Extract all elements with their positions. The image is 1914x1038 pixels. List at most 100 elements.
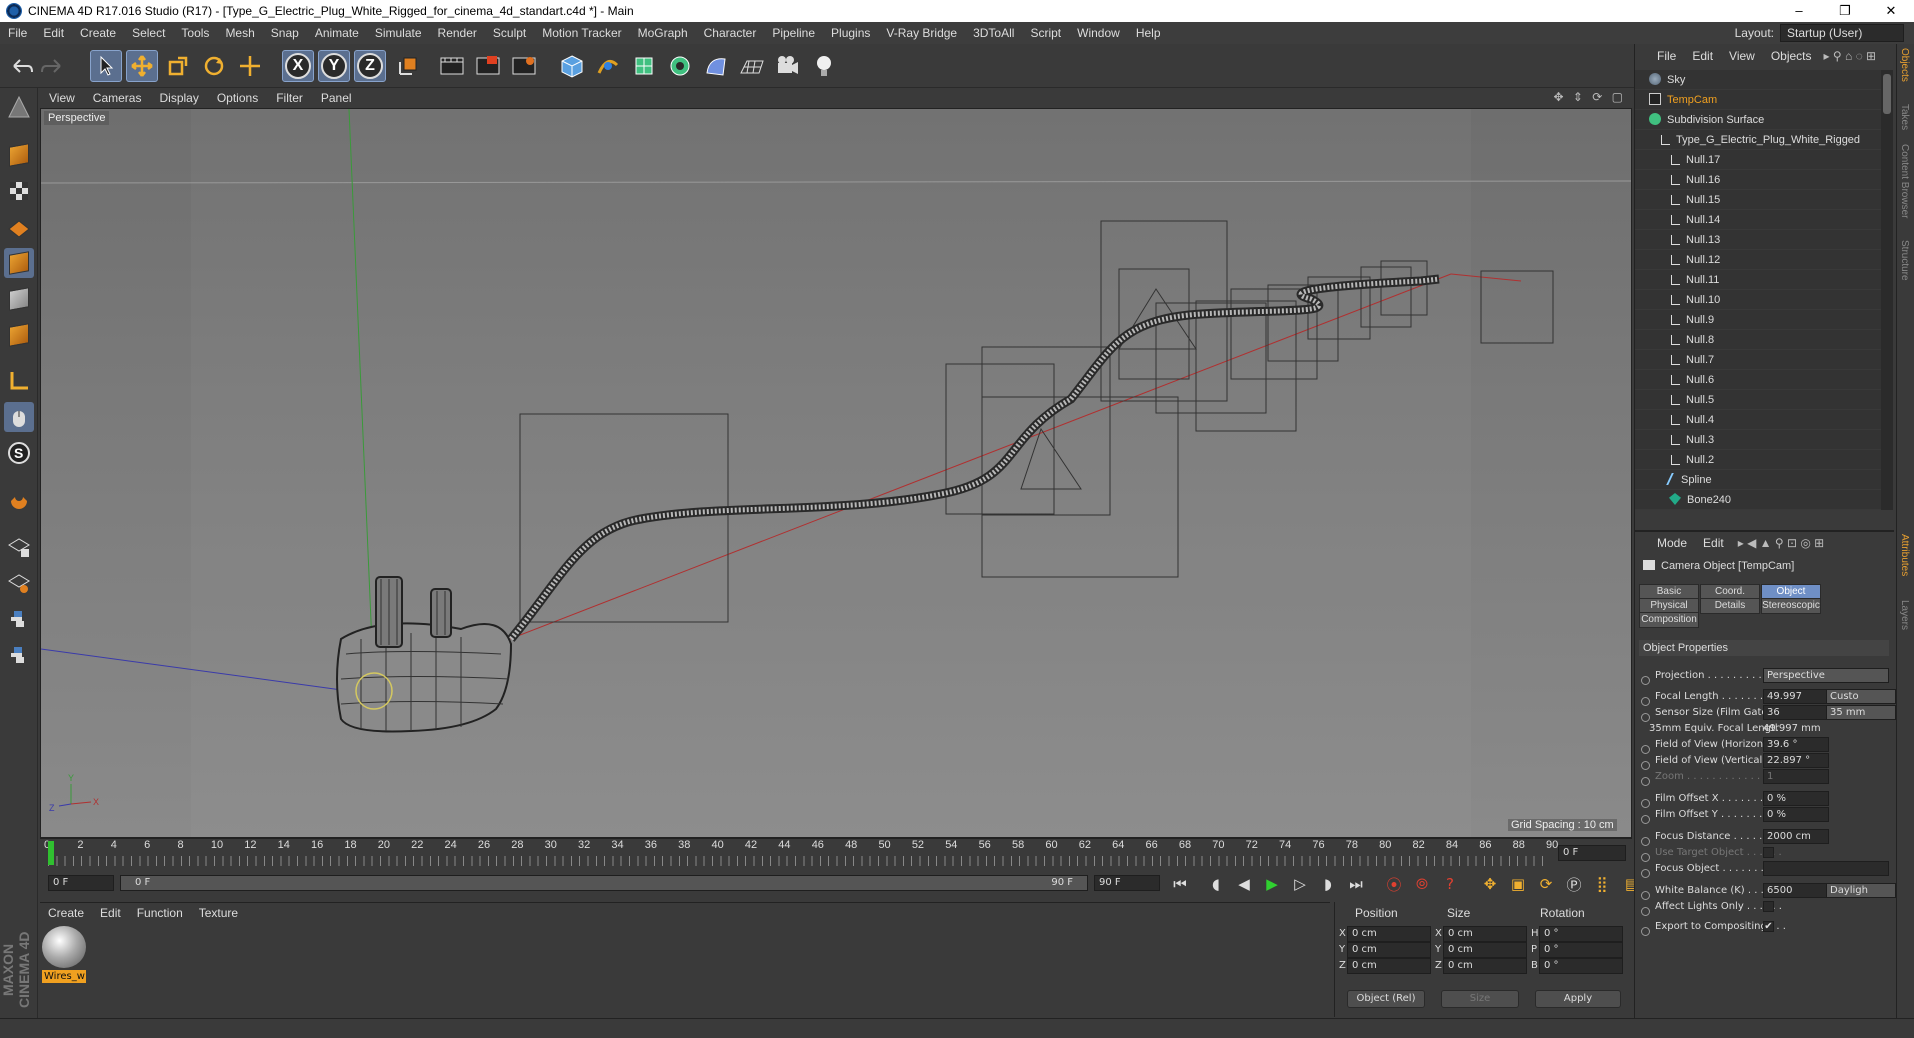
object-row[interactable]: Null.11 — [1635, 270, 1881, 290]
attribute-value-field[interactable]: 1 — [1763, 769, 1829, 784]
make-editable-icon[interactable] — [4, 92, 34, 122]
object-row[interactable]: TempCam — [1635, 90, 1881, 110]
attribute-menu-edit[interactable]: Edit — [1695, 536, 1732, 550]
material-menu-create[interactable]: Create — [40, 906, 92, 920]
object-row[interactable]: Null.14 — [1635, 210, 1881, 230]
attribute-preset-button[interactable]: Dayligh — [1826, 883, 1896, 898]
attribute-nav-icons[interactable]: ▸ ◀ ▲ ⚲ ⊡ ◎ ⊞ — [1738, 536, 1825, 550]
object-menu-objects[interactable]: Objects — [1763, 49, 1820, 63]
menu-help[interactable]: Help — [1128, 22, 1169, 44]
object-manager-tool-icons[interactable]: ▸ ⚲ ⌂ ◌ ⊞ — [1824, 49, 1877, 63]
scale-icon[interactable] — [162, 50, 194, 82]
play-forward-icon[interactable]: ▶ — [1260, 872, 1284, 896]
object-row[interactable]: Null.12 — [1635, 250, 1881, 270]
material-menu-function[interactable]: Function — [129, 906, 191, 920]
tweak-mode-icon[interactable] — [4, 402, 34, 432]
animation-key-icon[interactable] — [1641, 869, 1650, 878]
object-row[interactable]: Null.15 — [1635, 190, 1881, 210]
menu-window[interactable]: Window — [1069, 22, 1128, 44]
previous-key-icon[interactable]: ◖ — [1204, 872, 1228, 896]
attr-tab-details[interactable]: Details — [1700, 598, 1760, 614]
current-frame-field[interactable]: 0 F — [1558, 845, 1626, 861]
attribute-value-field[interactable] — [1763, 861, 1889, 876]
object-row[interactable]: Sky — [1635, 70, 1881, 90]
tab-objects[interactable]: Objects — [1899, 48, 1910, 82]
render-view-icon[interactable] — [436, 50, 468, 82]
animation-key-icon[interactable] — [1641, 676, 1650, 685]
attribute-checkbox[interactable]: ✔ — [1763, 921, 1774, 932]
record-position-icon[interactable]: ✥ — [1478, 872, 1502, 896]
object-row[interactable]: Subdivision Surface — [1635, 110, 1881, 130]
polygons-mode-icon[interactable] — [4, 320, 34, 350]
python-script-icon[interactable] — [4, 604, 34, 634]
object-row[interactable]: Null.2 — [1635, 450, 1881, 470]
python-script-2-icon[interactable] — [4, 640, 34, 670]
redo-icon[interactable] — [36, 50, 68, 82]
attribute-value-field[interactable]: 22.897 ° — [1763, 753, 1829, 768]
tab-takes[interactable]: Takes — [1899, 104, 1910, 130]
live-selection-icon[interactable] — [234, 50, 266, 82]
end-frame-field[interactable]: 90 F — [1094, 875, 1160, 891]
menu-3dtoall[interactable]: 3DToAll — [965, 22, 1022, 44]
record-parameter-icon[interactable]: Ⓟ — [1562, 872, 1586, 896]
points-mode-icon[interactable] — [4, 248, 34, 278]
object-row[interactable]: Null.16 — [1635, 170, 1881, 190]
restore-button[interactable]: ❐ — [1822, 0, 1868, 22]
viewport-nav-icons[interactable]: ✥ ⇕ ⟳ ▢ — [1553, 90, 1626, 104]
object-row[interactable]: Spline — [1635, 470, 1881, 490]
render-picture-viewer-icon[interactable] — [472, 50, 504, 82]
tab-attributes[interactable]: Attributes — [1899, 534, 1910, 576]
camera-icon[interactable] — [772, 50, 804, 82]
record-pla-icon[interactable]: ⣿ — [1590, 872, 1614, 896]
tab-structure[interactable]: Structure — [1899, 240, 1910, 281]
attribute-preset-button[interactable]: Custo — [1826, 689, 1896, 704]
attr-tab-stereoscopic[interactable]: Stereoscopic — [1761, 598, 1821, 614]
menu-mograph[interactable]: MoGraph — [630, 22, 696, 44]
viewport-menu-view[interactable]: View — [40, 91, 84, 105]
menu-script[interactable]: Script — [1022, 22, 1069, 44]
model-mode-icon[interactable] — [4, 140, 34, 170]
menu-mesh[interactable]: Mesh — [217, 22, 262, 44]
size-z-field[interactable]: 0 cm — [1443, 958, 1527, 974]
light-icon[interactable] — [808, 50, 840, 82]
attribute-value-field[interactable]: 39.6 ° — [1763, 737, 1829, 752]
object-menu-view[interactable]: View — [1721, 49, 1763, 63]
minimize-button[interactable]: – — [1776, 0, 1822, 22]
subdivision-surface-icon[interactable] — [628, 50, 660, 82]
z-axis-lock-button[interactable]: Z — [354, 50, 386, 82]
attr-tab-composition[interactable]: Composition — [1639, 612, 1699, 628]
next-key-icon[interactable]: ◗ — [1316, 872, 1340, 896]
frame-range-slider[interactable]: 0 F 90 F — [120, 875, 1088, 891]
menu-pipeline[interactable]: Pipeline — [764, 22, 823, 44]
menu-tools[interactable]: Tools — [173, 22, 217, 44]
previous-frame-icon[interactable]: ◀ — [1232, 872, 1256, 896]
attribute-value-field[interactable]: 6500 — [1763, 883, 1829, 898]
object-row[interactable]: Null.17 — [1635, 150, 1881, 170]
keyframe-selection-icon[interactable]: ? — [1438, 872, 1462, 896]
object-list-scrollbar[interactable] — [1881, 70, 1893, 510]
size-mode-select[interactable]: Size — [1441, 990, 1519, 1008]
menu-simulate[interactable]: Simulate — [367, 22, 430, 44]
start-frame-field[interactable]: 0 F — [48, 875, 114, 891]
rotation-p-field[interactable]: 0 ° — [1539, 942, 1623, 958]
x-axis-lock-button[interactable]: X — [282, 50, 314, 82]
attribute-value-field[interactable]: 0 % — [1763, 791, 1829, 806]
object-row[interactable]: Null.4 — [1635, 410, 1881, 430]
object-row[interactable]: Null.13 — [1635, 230, 1881, 250]
menu-plugins[interactable]: Plugins — [823, 22, 878, 44]
select-arrow-icon[interactable] — [90, 50, 122, 82]
autokeying-icon[interactable]: ⦾ — [1410, 872, 1434, 896]
viewport-menu-display[interactable]: Display — [150, 91, 207, 105]
object-row[interactable]: Bone240 — [1635, 490, 1881, 510]
object-row[interactable]: Type_G_Electric_Plug_White_Rigged — [1635, 130, 1881, 150]
coordinate-mode-select[interactable]: Object (Rel) — [1347, 990, 1425, 1008]
menu-motion-tracker[interactable]: Motion Tracker — [534, 22, 629, 44]
attribute-checkbox[interactable] — [1763, 847, 1774, 858]
material-thumbnail[interactable] — [42, 926, 86, 968]
object-row[interactable]: Null.3 — [1635, 430, 1881, 450]
menu-file[interactable]: File — [0, 22, 35, 44]
object-row[interactable]: Null.8 — [1635, 330, 1881, 350]
attribute-menu-mode[interactable]: Mode — [1649, 536, 1695, 550]
floor-icon[interactable] — [736, 50, 768, 82]
menu-sculpt[interactable]: Sculpt — [485, 22, 534, 44]
